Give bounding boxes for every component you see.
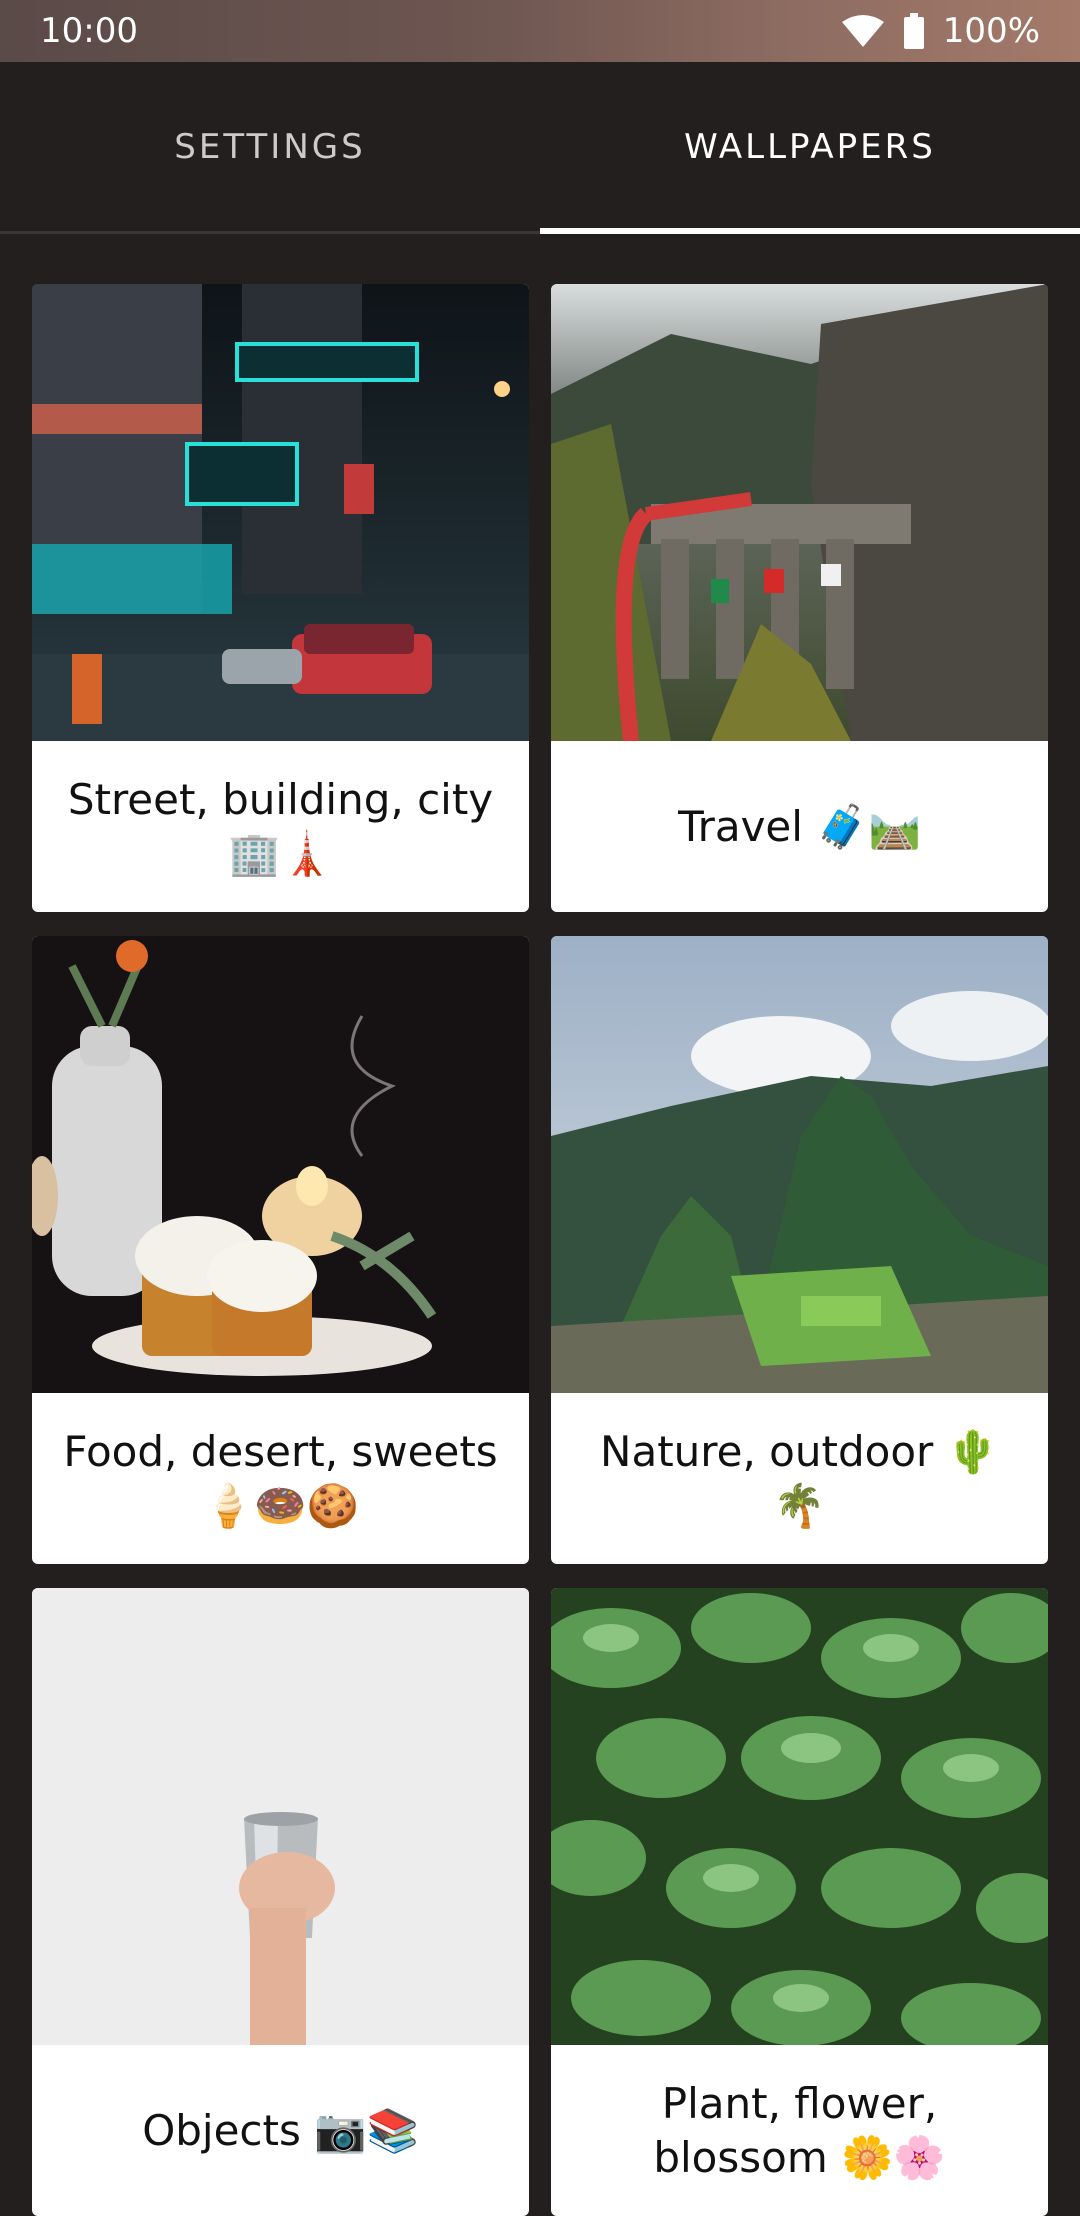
tab-selected-indicator xyxy=(540,228,1080,234)
tab-bar: SETTINGS WALLPAPERS xyxy=(0,62,1080,234)
category-label: Travel 🧳🛤️ xyxy=(678,801,921,851)
category-card-objects[interactable]: Objects 📷📚 xyxy=(32,1588,529,2216)
category-label: Plant, flower, blossom 🌼🌸 xyxy=(653,2078,946,2182)
battery-percent: 100% xyxy=(942,11,1040,51)
status-bar: 10:00 100% xyxy=(0,0,1080,62)
tab-wallpapers[interactable]: WALLPAPERS xyxy=(540,62,1080,231)
category-image-nature xyxy=(551,936,1048,1393)
battery-icon xyxy=(903,13,925,49)
tab-settings[interactable]: SETTINGS xyxy=(0,62,540,231)
category-card-plants[interactable]: Plant, flower, blossom 🌼🌸 xyxy=(551,1588,1048,2216)
category-label: Food, desert, sweets 🍦🍩🍪 xyxy=(63,1426,498,1530)
wifi-icon xyxy=(841,14,885,48)
category-label: Street, building, city 🏢🗼 xyxy=(67,774,494,878)
category-image-travel xyxy=(551,284,1048,741)
status-time: 10:00 xyxy=(40,11,138,51)
status-icons: 100% xyxy=(841,11,1040,51)
category-card-food[interactable]: Food, desert, sweets 🍦🍩🍪 xyxy=(32,936,529,1564)
category-card-street[interactable]: Street, building, city 🏢🗼 xyxy=(32,284,529,912)
category-card-travel[interactable]: Travel 🧳🛤️ xyxy=(551,284,1048,912)
category-card-nature[interactable]: Nature, outdoor 🌵🌴 xyxy=(551,936,1048,1564)
category-image-street xyxy=(32,284,529,741)
category-label: Nature, outdoor 🌵🌴 xyxy=(600,1426,999,1530)
category-image-plants xyxy=(551,1588,1048,2045)
category-image-objects xyxy=(32,1588,529,2045)
category-image-food xyxy=(32,936,529,1393)
category-label: Objects 📷📚 xyxy=(142,2105,419,2155)
